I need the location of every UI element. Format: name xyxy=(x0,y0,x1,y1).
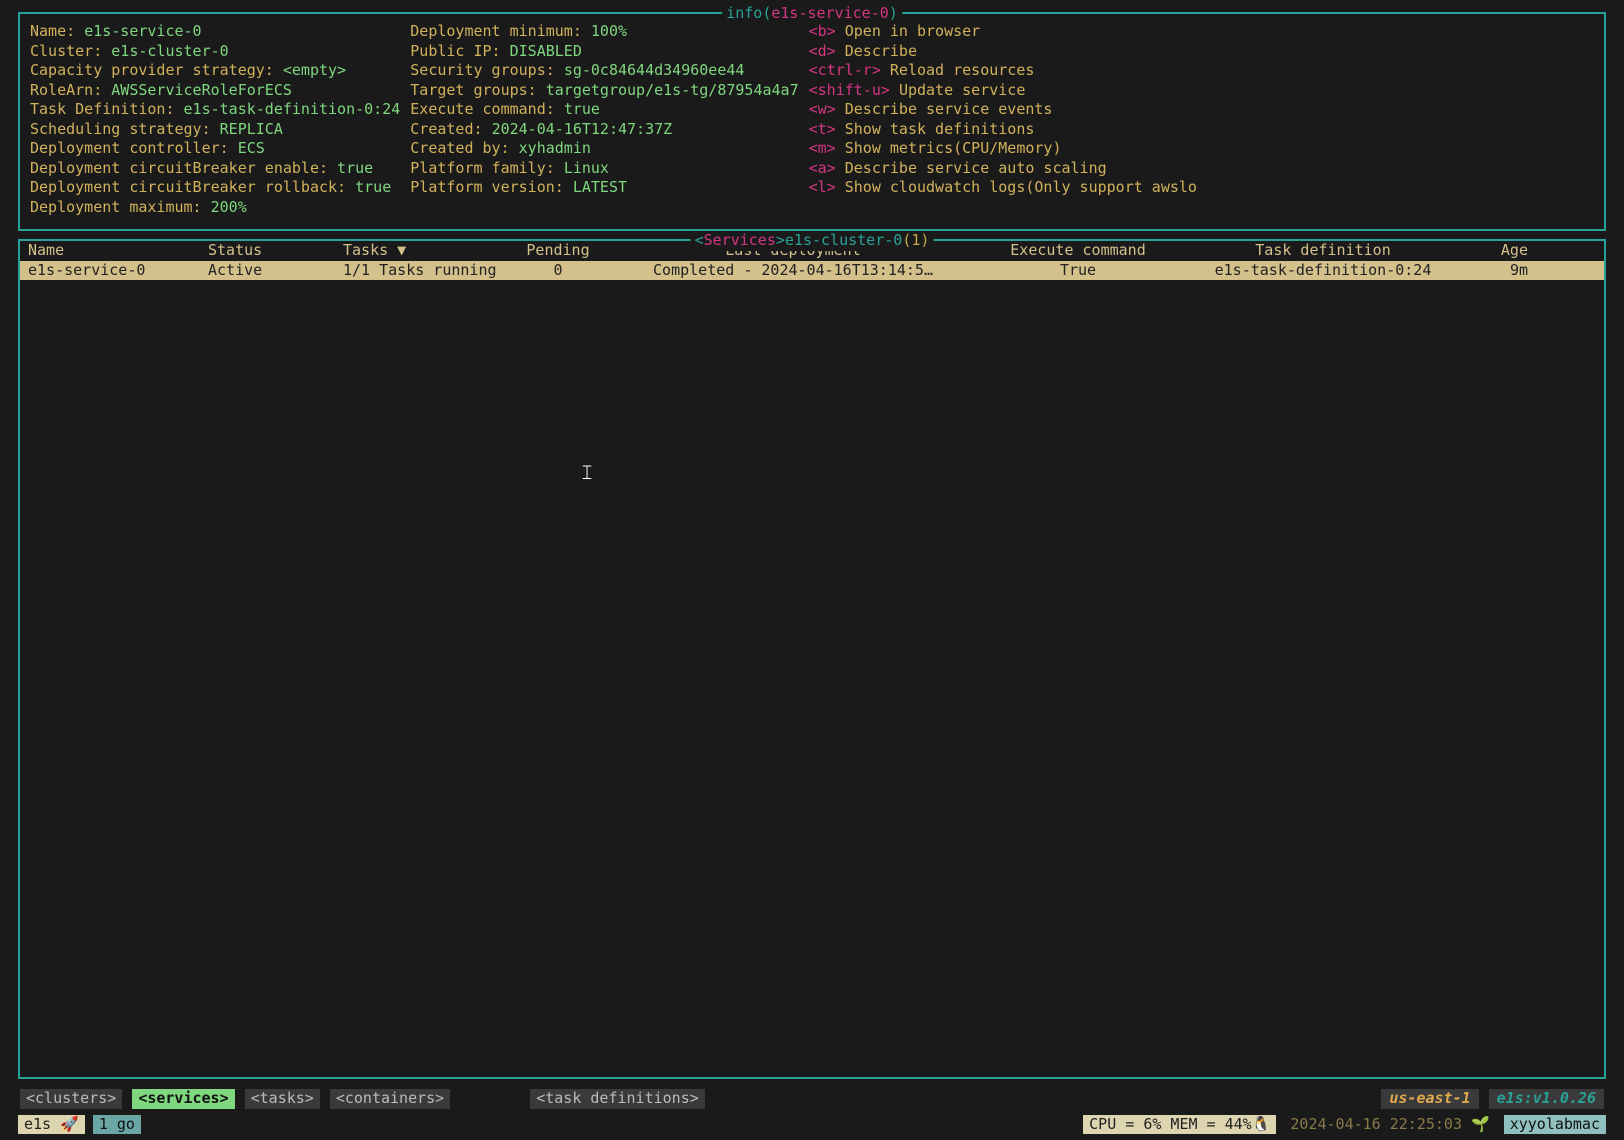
status-time: 2024-04-16 22:25:03 🌱 xyxy=(1284,1115,1495,1135)
info-field: Platform family: Linux xyxy=(410,159,798,179)
nav-services[interactable]: <services> xyxy=(132,1089,234,1109)
info-field: Target groups: targetgroup/e1s-tg/87954a… xyxy=(410,81,798,101)
cell-taskdef: e1s-task-definition-0:24 xyxy=(1173,261,1473,281)
version-badge: e1s:v1.0.26 xyxy=(1489,1089,1604,1109)
col-exec[interactable]: Execute command xyxy=(983,241,1173,261)
info-field: Public IP: DISABLED xyxy=(410,42,798,62)
text-cursor-icon: 𝙸 xyxy=(580,460,591,486)
info-field: Created: 2024-04-16T12:47:37Z xyxy=(410,120,798,140)
info-field: Security groups: sg-0c84644d34960ee44 xyxy=(410,61,798,81)
info-title-suffix: ) xyxy=(889,4,898,22)
cell-lastdeploy: Completed - 2024-04-16T13:14:5… xyxy=(603,261,983,281)
info-panel-title: info(e1s-service-0) xyxy=(722,4,902,24)
info-field: Scheduling strategy: REPLICA xyxy=(30,120,400,140)
info-panel: info(e1s-service-0) Name: e1s-service-0 … xyxy=(18,12,1606,231)
cell-tasks: 1/1 Tasks running xyxy=(343,261,513,281)
empty-area: 𝙸 xyxy=(20,280,1604,1077)
cell-name: e1s-service-0 xyxy=(28,261,208,281)
col-pending[interactable]: Pending xyxy=(513,241,603,261)
status-go: 1 go xyxy=(93,1115,141,1135)
info-field: Name: e1s-service-0 xyxy=(30,22,400,42)
keybinding: <b> Open in browser xyxy=(809,22,1594,42)
title-bracket-open: < xyxy=(695,231,704,249)
info-field: Cluster: e1s-cluster-0 xyxy=(30,42,400,62)
info-field: Deployment maximum: 200% xyxy=(30,198,400,218)
keybinding: <w> Describe service events xyxy=(809,100,1594,120)
status-app: e1s 🚀 xyxy=(18,1115,85,1135)
nav-taskdefs[interactable]: <task definitions> xyxy=(530,1089,705,1109)
keybinding: <d> Describe xyxy=(809,42,1594,62)
info-field: Deployment minimum: 100% xyxy=(410,22,798,42)
info-col-attributes-2: Deployment minimum: 100% Public IP: DISA… xyxy=(410,22,798,217)
keybinding: <m> Show metrics(CPU/Memory) xyxy=(809,139,1594,159)
title-bracket-close: > xyxy=(776,231,785,249)
keybinding: <t> Show task definitions xyxy=(809,120,1594,140)
keybinding: <ctrl-r> Reload resources xyxy=(809,61,1594,81)
services-panel: <Services>e1s-cluster-0(1) Name Status T… xyxy=(18,239,1606,1079)
nav-containers[interactable]: <containers> xyxy=(330,1089,450,1109)
info-title-name: e1s-service-0 xyxy=(771,4,888,22)
table-row[interactable]: e1s-service-0 Active 1/1 Tasks running 0… xyxy=(20,261,1604,281)
region-badge: us-east-1 xyxy=(1381,1089,1478,1109)
info-field: Deployment controller: ECS xyxy=(30,139,400,159)
status-bar: e1s 🚀 1 go CPU = 6% MEM = 44%🐧 2024-04-1… xyxy=(18,1115,1606,1135)
info-field: Deployment circuitBreaker rollback: true xyxy=(30,178,400,198)
cell-pending: 0 xyxy=(513,261,603,281)
info-field: Platform version: LATEST xyxy=(410,178,798,198)
keybinding: <shift-u> Update service xyxy=(809,81,1594,101)
cell-exec: True xyxy=(983,261,1173,281)
info-field: RoleArn: AWSServiceRoleForECS xyxy=(30,81,400,101)
info-field: Execute command: true xyxy=(410,100,798,120)
keybinding: <l> Show cloudwatch logs(Only support aw… xyxy=(809,178,1594,198)
nav-tasks[interactable]: <tasks> xyxy=(245,1089,320,1109)
col-tasks[interactable]: Tasks ▼ xyxy=(343,241,513,261)
cell-age: 9m xyxy=(1473,261,1528,281)
status-cpu: CPU = 6% MEM = 44%🐧 xyxy=(1083,1115,1276,1135)
title-word: Services xyxy=(704,231,776,249)
status-host: xyyolabmac xyxy=(1504,1115,1606,1135)
info-title-prefix: info( xyxy=(726,4,771,22)
keybinding: <a> Describe service auto scaling xyxy=(809,159,1594,179)
info-col-attributes-1: Name: e1s-service-0 Cluster: e1s-cluster… xyxy=(30,22,400,217)
col-name[interactable]: Name xyxy=(28,241,208,261)
col-status[interactable]: Status xyxy=(208,241,343,261)
info-field: Capacity provider strategy: <empty> xyxy=(30,61,400,81)
col-taskdef[interactable]: Task definition xyxy=(1173,241,1473,261)
col-age[interactable]: Age xyxy=(1473,241,1528,261)
title-count: (1) xyxy=(902,231,929,249)
info-col-keybindings: <b> Open in browser <d> Describe <ctrl-r… xyxy=(809,22,1594,217)
info-field: Task Definition: e1s-task-definition-0:2… xyxy=(30,100,400,120)
info-field: Created by: xyhadmin xyxy=(410,139,798,159)
nav-clusters[interactable]: <clusters> xyxy=(20,1089,122,1109)
info-field: Deployment circuitBreaker enable: true xyxy=(30,159,400,179)
info-body: Name: e1s-service-0 Cluster: e1s-cluster… xyxy=(30,22,1594,217)
footer-nav: <clusters> <services> <tasks> <container… xyxy=(18,1087,1606,1115)
title-cluster: e1s-cluster-0 xyxy=(785,231,902,249)
services-panel-title: <Services>e1s-cluster-0(1) xyxy=(691,231,934,251)
cell-status: Active xyxy=(208,261,343,281)
